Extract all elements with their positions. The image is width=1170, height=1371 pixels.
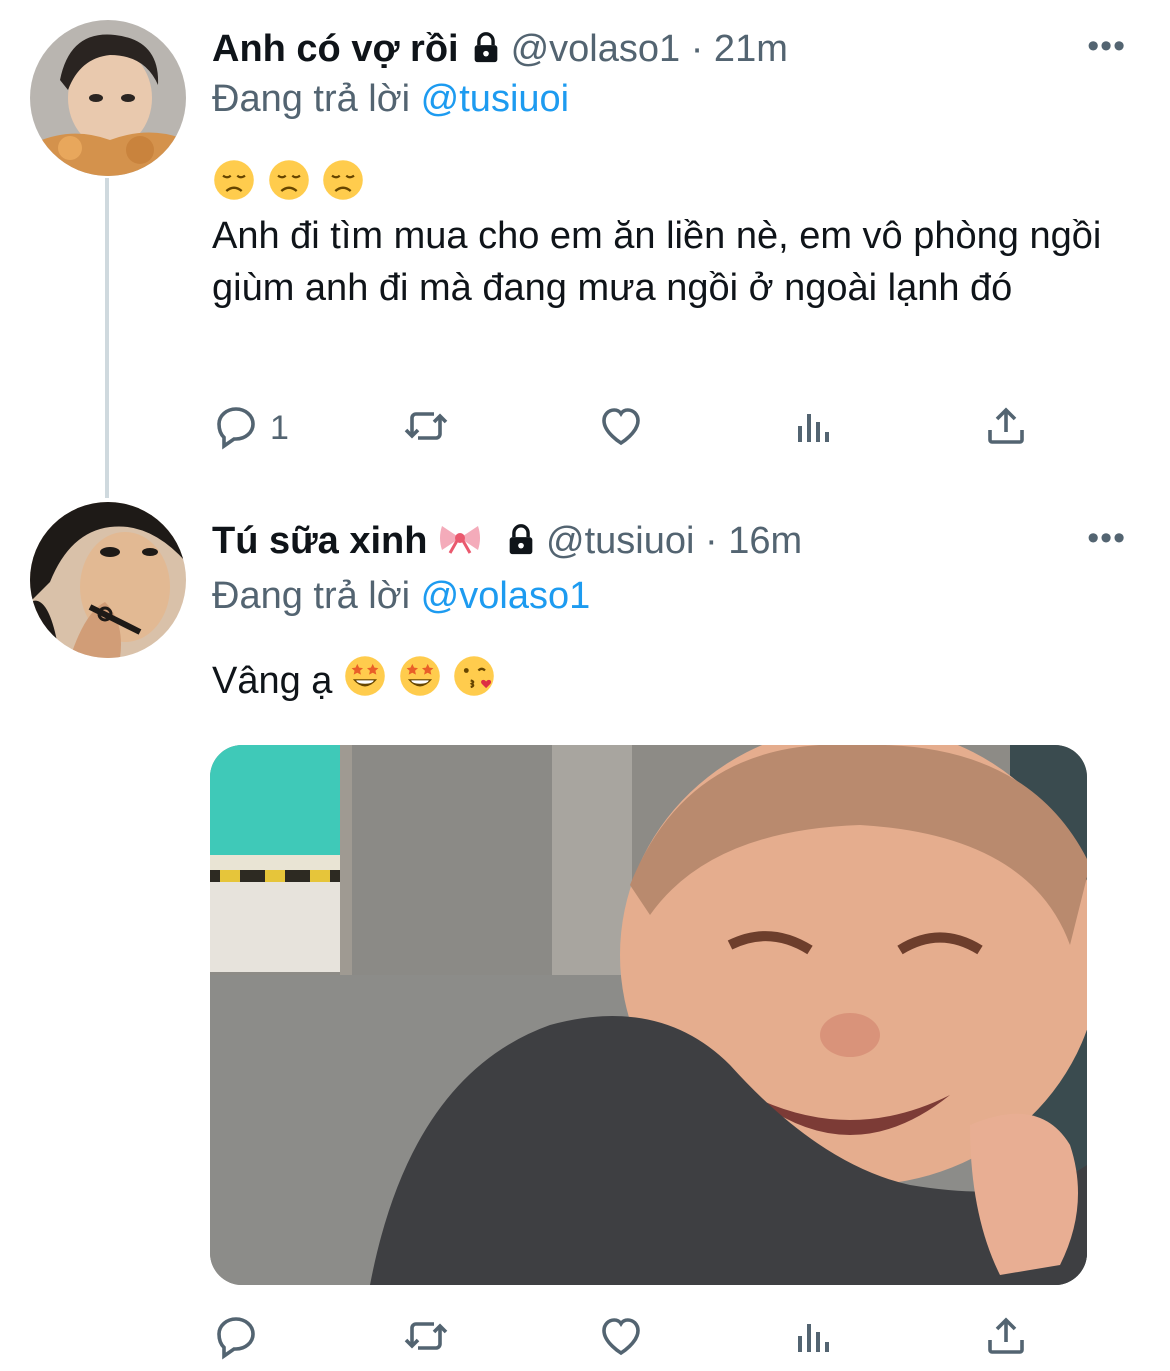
share-button[interactable] <box>982 1310 1030 1366</box>
like-button[interactable] <box>597 400 645 456</box>
avatar[interactable] <box>30 20 186 176</box>
disappointed-face-icon <box>267 158 311 216</box>
tweet-actions <box>212 1310 1072 1366</box>
timestamp[interactable]: · 16m <box>705 520 802 562</box>
lock-icon <box>504 521 538 569</box>
share-button[interactable] <box>982 400 1030 456</box>
ribbon-icon <box>438 519 482 567</box>
avatar[interactable] <box>30 502 186 658</box>
share-icon <box>982 1312 1030 1365</box>
timestamp[interactable]: · 21m <box>691 28 788 70</box>
star-struck-face-icon <box>343 654 387 712</box>
replying-to: Đang trả lời @volaso1 <box>212 572 590 620</box>
mention-link[interactable]: @volaso1 <box>421 575 591 617</box>
like-button[interactable] <box>597 1310 645 1366</box>
like-icon <box>597 402 645 455</box>
disappointed-face-icon <box>212 158 256 216</box>
tweet-text: Vâng ạ <box>212 660 333 703</box>
analytics-icon <box>790 1312 838 1365</box>
lock-icon <box>469 29 503 77</box>
face-blowing-kiss-icon <box>452 654 496 712</box>
tweet-photo[interactable] <box>210 745 1087 1285</box>
mention-link[interactable]: @tusiuoi <box>421 78 569 120</box>
tweet-header: Tú sữa xinh @tusiuoi · 16m <box>212 517 802 569</box>
handle[interactable]: @tusiuoi <box>546 520 694 562</box>
star-struck-face-icon <box>398 654 442 712</box>
share-icon <box>982 402 1030 455</box>
display-name[interactable]: Tú sữa xinh <box>212 520 427 562</box>
reply-icon <box>212 1312 260 1365</box>
more-icon[interactable]: ••• <box>1087 521 1126 555</box>
retweet-button[interactable] <box>402 1310 450 1366</box>
replying-prefix: Đang trả lời <box>212 575 411 617</box>
like-icon <box>597 1312 645 1365</box>
retweet-icon <box>402 1312 450 1365</box>
reply-count: 1 <box>270 408 289 447</box>
analytics-icon <box>790 402 838 455</box>
replying-prefix: Đang trả lời <box>212 78 411 120</box>
tweet-emojis <box>212 158 1112 216</box>
retweet-icon <box>402 402 450 455</box>
disappointed-face-icon <box>321 158 365 216</box>
analytics-button[interactable] <box>790 1310 838 1366</box>
display-name[interactable]: Anh có vợ rồi <box>212 28 459 70</box>
analytics-button[interactable] <box>790 400 838 456</box>
thread-connector-line <box>105 178 109 498</box>
replying-to: Đang trả lời @tusiuoi <box>212 75 569 123</box>
tweet-actions: 1 <box>212 400 1072 456</box>
more-icon[interactable]: ••• <box>1087 29 1126 63</box>
tweet-header: Anh có vợ rồi @volaso1 · 21m <box>212 25 788 77</box>
reply-button[interactable]: 1 <box>212 400 289 456</box>
retweet-button[interactable] <box>402 400 450 456</box>
handle[interactable]: @volaso1 <box>511 28 681 70</box>
reply-button[interactable] <box>212 1310 260 1366</box>
reply-icon <box>212 402 260 455</box>
tweet-text: Anh đi tìm mua cho em ăn liền nè, em vô … <box>212 215 1102 309</box>
tweet-body: Vâng ạ <box>212 654 1112 712</box>
